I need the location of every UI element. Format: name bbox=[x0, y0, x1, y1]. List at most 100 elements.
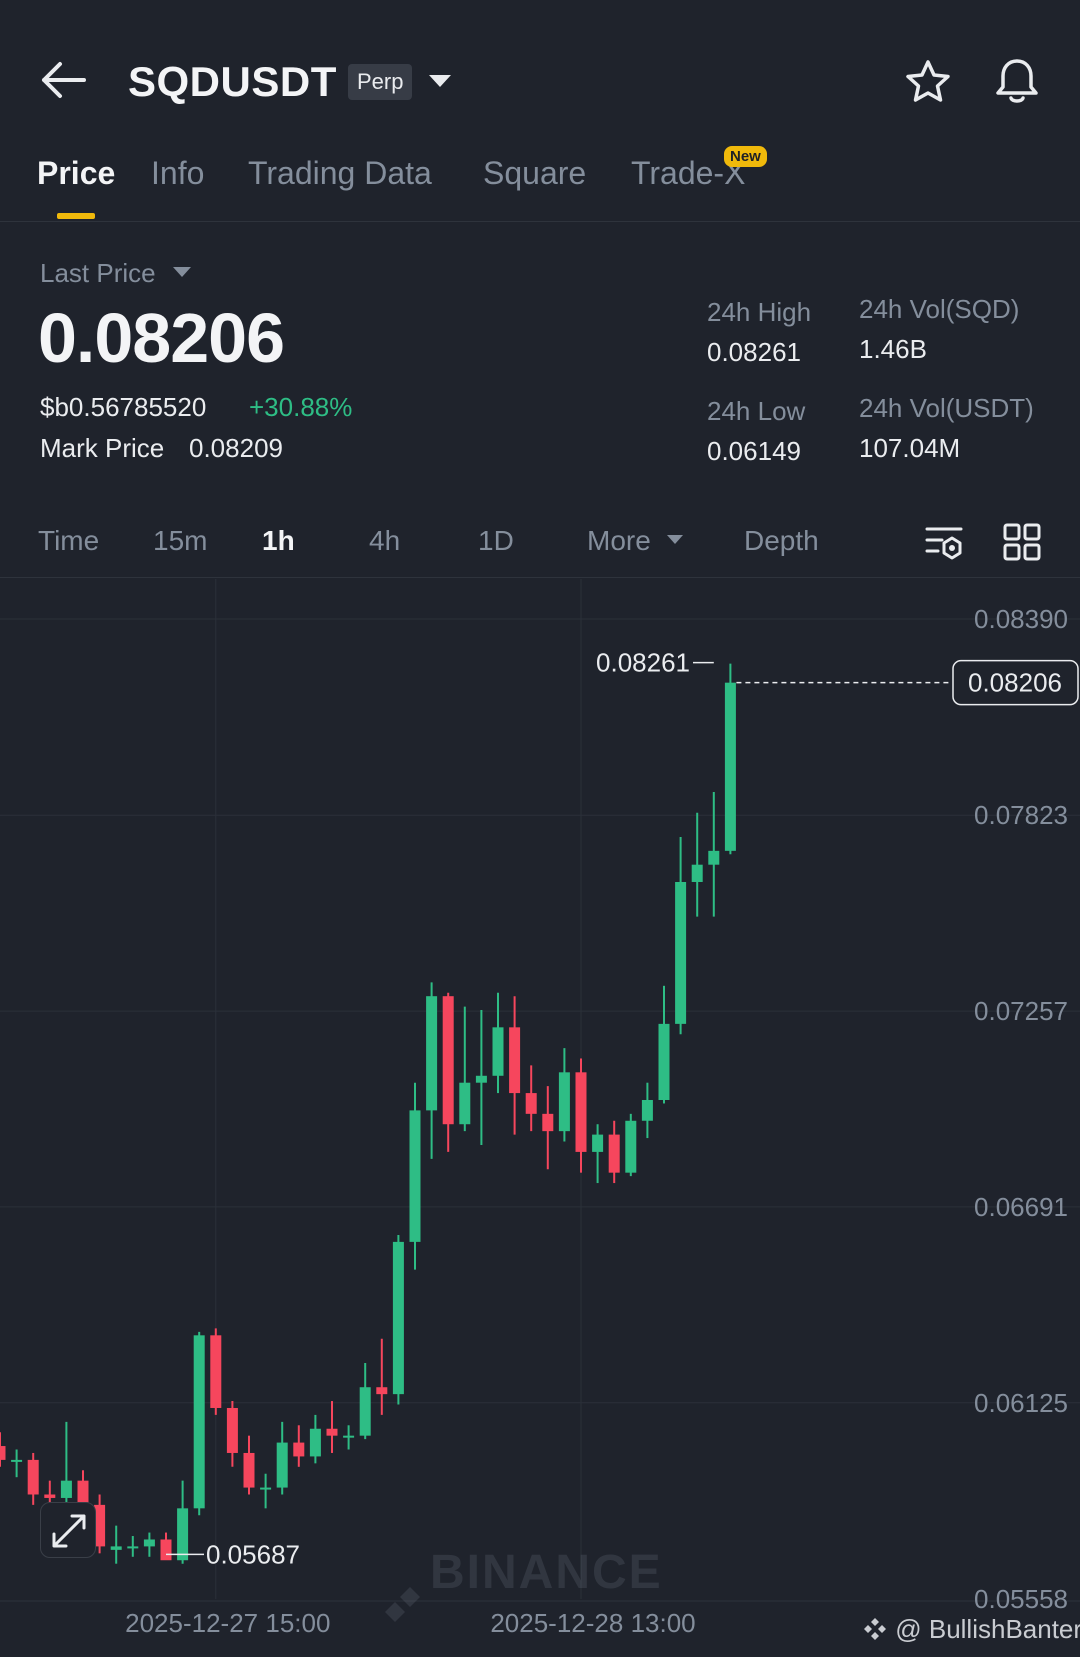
symbol-title[interactable]: SQDUSDT bbox=[128, 58, 337, 106]
candle-body bbox=[708, 850, 720, 865]
candle-body bbox=[558, 1072, 570, 1132]
candlestick-chart[interactable]: BINANCE 0.08390 0.07823 0.07257 0.06691 0.06… bbox=[0, 579, 1080, 1657]
new-badge: New bbox=[724, 146, 767, 167]
candle-body bbox=[608, 1134, 620, 1173]
candle-body bbox=[11, 1459, 23, 1462]
current-price-label: 0.08206 bbox=[968, 668, 1062, 698]
candle-body bbox=[492, 1027, 504, 1076]
candle bbox=[359, 1362, 371, 1440]
interval-15m[interactable]: 15m bbox=[153, 525, 207, 557]
interval-more[interactable]: More bbox=[587, 525, 651, 557]
candle-body bbox=[392, 1241, 404, 1395]
indicator-settings-icon[interactable] bbox=[924, 524, 964, 562]
candle bbox=[260, 1473, 272, 1509]
star-icon[interactable] bbox=[905, 59, 951, 105]
candle bbox=[542, 1086, 554, 1170]
candle-body bbox=[359, 1387, 371, 1436]
more-caret-icon[interactable] bbox=[666, 534, 684, 545]
candle bbox=[309, 1414, 321, 1464]
high-marker-label: 0.08261 bbox=[596, 648, 690, 678]
candle bbox=[376, 1338, 388, 1415]
candle bbox=[193, 1331, 205, 1516]
fullscreen-button[interactable] bbox=[40, 1502, 96, 1558]
interval-1h[interactable]: 1h bbox=[262, 525, 295, 557]
candle-body bbox=[542, 1113, 554, 1132]
top-bar: SQDUSDT Perp bbox=[0, 0, 1080, 150]
binance-logo-icon bbox=[385, 1587, 420, 1622]
interval-depth[interactable]: Depth bbox=[744, 525, 819, 557]
vol-base-value: 1.46B bbox=[859, 334, 927, 364]
candle-body bbox=[260, 1487, 272, 1490]
candle-body bbox=[210, 1335, 222, 1408]
candle bbox=[608, 1120, 620, 1184]
contract-type-badge: Perp bbox=[348, 64, 413, 100]
candle-body bbox=[575, 1072, 587, 1152]
source-watermark: @ BullishBanter bbox=[862, 1614, 1080, 1645]
candle bbox=[558, 1048, 570, 1142]
candle bbox=[525, 1065, 537, 1132]
candle bbox=[11, 1449, 23, 1478]
candle-body bbox=[110, 1546, 122, 1550]
layout-grid-icon[interactable] bbox=[1003, 523, 1041, 561]
tab-square[interactable]: Square bbox=[483, 155, 586, 192]
active-tab-indicator bbox=[57, 213, 95, 219]
candle-body bbox=[343, 1435, 355, 1438]
candle bbox=[675, 837, 687, 1035]
bell-icon[interactable] bbox=[994, 57, 1040, 105]
last-price-label[interactable]: Last Price bbox=[40, 258, 156, 289]
vol-base-label: 24h Vol(SQD) bbox=[859, 294, 1020, 324]
candle bbox=[708, 792, 720, 917]
candle-body bbox=[243, 1452, 255, 1488]
candle bbox=[293, 1425, 305, 1467]
interval-4h[interactable]: 4h bbox=[369, 525, 400, 557]
candle-body bbox=[226, 1407, 238, 1453]
candle-body bbox=[509, 1027, 521, 1094]
candle-body bbox=[675, 881, 687, 1024]
back-arrow-icon[interactable] bbox=[40, 60, 86, 100]
candle-body bbox=[0, 1446, 6, 1460]
caret-down-icon[interactable] bbox=[172, 266, 192, 278]
expand-icon bbox=[52, 1514, 86, 1548]
watermark-text: @ BullishBanter bbox=[895, 1614, 1080, 1644]
candle bbox=[326, 1401, 338, 1453]
candle bbox=[392, 1234, 404, 1405]
candle bbox=[127, 1536, 139, 1557]
candle bbox=[0, 1432, 6, 1467]
mark-price-label: Mark Price bbox=[40, 433, 165, 463]
chevron-down-icon[interactable] bbox=[428, 74, 452, 88]
candle-body bbox=[376, 1387, 388, 1395]
interval-time[interactable]: Time bbox=[38, 525, 99, 557]
candle-body bbox=[459, 1082, 471, 1125]
tab-info[interactable]: Info bbox=[151, 155, 204, 192]
interval-1d[interactable]: 1D bbox=[478, 525, 514, 557]
candle bbox=[343, 1425, 355, 1450]
high-24h-value: 0.08261 bbox=[707, 337, 801, 367]
candle-body bbox=[193, 1335, 205, 1509]
low-24h-label: 24h Low bbox=[707, 396, 806, 426]
candle-body bbox=[60, 1480, 72, 1498]
candle bbox=[110, 1525, 122, 1564]
candle-body bbox=[724, 682, 736, 851]
interval-bar: Time 15m 1h 4h 1D More Depth bbox=[0, 510, 1080, 578]
y-axis-tick-label: 0.06691 bbox=[974, 1192, 1068, 1222]
candle bbox=[143, 1532, 155, 1557]
tab-price[interactable]: Price bbox=[37, 155, 115, 192]
watermark-label: BINANCE bbox=[430, 1546, 663, 1599]
candle bbox=[691, 812, 703, 917]
candle-body bbox=[442, 996, 454, 1125]
candle bbox=[226, 1401, 238, 1467]
candle-body bbox=[625, 1120, 637, 1173]
candle-body bbox=[525, 1093, 537, 1114]
y-axis-tick-label: 0.07823 bbox=[974, 800, 1068, 830]
candle-body bbox=[641, 1100, 653, 1121]
price-change-percent: +30.88% bbox=[249, 392, 353, 422]
candle bbox=[442, 992, 454, 1152]
candle bbox=[459, 1006, 471, 1132]
candle bbox=[509, 996, 521, 1135]
tab-trading-data[interactable]: Trading Data bbox=[248, 155, 432, 192]
mark-price-value: 0.08209 bbox=[189, 433, 283, 463]
candle-body bbox=[143, 1539, 155, 1547]
candle-body bbox=[293, 1442, 305, 1457]
candle bbox=[160, 1532, 172, 1561]
candle-body bbox=[426, 996, 438, 1111]
